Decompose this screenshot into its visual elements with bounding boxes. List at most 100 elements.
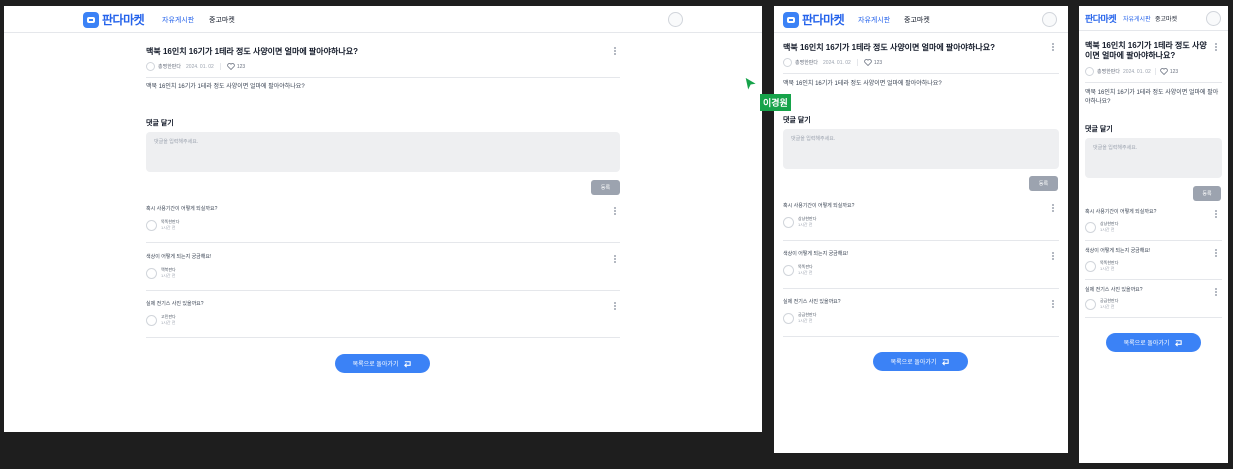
post-body: 맥북 16인치 16기가 1테라 정도 사양이면 얼마에 팔아야하나요? bbox=[146, 84, 305, 90]
divider bbox=[146, 242, 620, 243]
post-title: 맥북 16인치 16기가 1테라 정도 사양이면 얼마에 팔아야하나요? bbox=[146, 47, 358, 56]
return-icon bbox=[404, 360, 412, 367]
nav-free-board[interactable]: 자유게시판 bbox=[858, 15, 890, 25]
user-avatar-icon[interactable] bbox=[1206, 11, 1221, 26]
comment-meta: 똑똑한판다 1시간 전 bbox=[146, 219, 179, 231]
header: 판다마켓 자유게시판 중고마켓 bbox=[774, 6, 1068, 33]
comment-time: 1시간 전 bbox=[161, 320, 176, 325]
like-count: 123 bbox=[873, 59, 883, 66]
comment-time: 1시간 전 bbox=[1100, 304, 1115, 309]
commenter-avatar-icon bbox=[146, 268, 157, 279]
commenter-avatar-icon bbox=[783, 217, 794, 228]
commenter-avatar-icon bbox=[783, 265, 794, 276]
like-count: 123 bbox=[1169, 68, 1179, 75]
nav-market[interactable]: 중고마켓 bbox=[1155, 14, 1177, 23]
post-author: 총명한판다 bbox=[158, 64, 182, 70]
comment-menu-icon[interactable] bbox=[614, 302, 617, 311]
brand-name: 판다마켓 bbox=[1085, 15, 1117, 25]
commenter-avatar-icon bbox=[783, 313, 794, 324]
desktop-frame: 판다마켓 자유게시판 중고마켓 맥북 16인치 16기가 1테라 정도 사양이면… bbox=[4, 6, 762, 432]
collaborator-cursor-icon bbox=[744, 76, 758, 92]
comment-text: 혹시 사용기간이 어떻게 되실까요? bbox=[1085, 209, 1157, 215]
comment-menu-icon[interactable] bbox=[1215, 210, 1218, 219]
divider bbox=[783, 240, 1059, 241]
comment-menu-icon[interactable] bbox=[1052, 300, 1055, 309]
commenter-avatar-icon bbox=[1085, 261, 1096, 272]
post-date: 2024. 01. 02 bbox=[1123, 68, 1151, 75]
divider bbox=[146, 337, 620, 338]
comment-meta: 똑똑한판다 1시간 전 bbox=[1085, 260, 1118, 272]
nav-market[interactable]: 중고마켓 bbox=[904, 15, 930, 25]
post-menu-icon[interactable] bbox=[1052, 43, 1055, 52]
header: 판다마켓 자유게시판 중고마켓 bbox=[1079, 6, 1228, 31]
divider bbox=[1085, 82, 1222, 83]
comment-menu-icon[interactable] bbox=[1215, 288, 1218, 297]
post-body: 맥북 16인치 16기가 1테라 정도 사양이면 얼마에 팔아야하나요? bbox=[783, 81, 942, 87]
comment-menu-icon[interactable] bbox=[614, 255, 617, 264]
author-avatar-icon bbox=[783, 58, 792, 67]
heart-icon[interactable] bbox=[227, 63, 235, 70]
comment-meta: 궁금한판다 1시간 전 bbox=[1085, 298, 1118, 310]
nav-market[interactable]: 중고마켓 bbox=[209, 15, 235, 25]
comment-heading: 댓글 달기 bbox=[783, 117, 811, 124]
comment-menu-icon[interactable] bbox=[1215, 249, 1218, 258]
back-button-label: 목록으로 돌아가기 bbox=[352, 362, 399, 368]
comment-text: 실제 전기스 사진 있을까요? bbox=[1085, 287, 1143, 293]
user-avatar-icon[interactable] bbox=[1042, 12, 1057, 27]
user-avatar-icon[interactable] bbox=[668, 12, 683, 27]
panda-logo-icon bbox=[83, 11, 99, 28]
back-to-list-button[interactable]: 목록으로 돌아가기 bbox=[335, 354, 430, 373]
post-meta: 총명한판다 2024. 01. 02 123 bbox=[146, 62, 245, 71]
post-date: 2024. 01. 02 bbox=[186, 63, 214, 70]
divider bbox=[783, 336, 1059, 337]
comment-input[interactable]: 댓글을 입력해주세요. bbox=[146, 132, 620, 172]
comment-text: 색상이 어떻게 되는지 궁금해요! bbox=[146, 254, 212, 260]
post-title: 맥북 16인치 16기가 1테라 정도 사양이면 얼마에 팔아야하나요? bbox=[1085, 41, 1207, 60]
panda-logo-icon bbox=[783, 11, 799, 28]
divider bbox=[1085, 240, 1222, 241]
post-menu-icon[interactable] bbox=[614, 47, 617, 56]
comment-time: 1시간 전 bbox=[798, 318, 813, 323]
comment-input[interactable]: 댓글을 입력해주세요. bbox=[1085, 138, 1222, 178]
comment-time: 1시간 전 bbox=[1100, 266, 1115, 271]
brand-logo[interactable]: 판다마켓 bbox=[83, 11, 145, 28]
back-to-list-button[interactable]: 목록으로 돌아가기 bbox=[1106, 333, 1201, 352]
comment-time: 1시간 전 bbox=[798, 270, 813, 275]
comment-menu-icon[interactable] bbox=[1052, 252, 1055, 261]
comment-menu-icon[interactable] bbox=[614, 207, 617, 216]
submit-comment-button[interactable]: 등록 bbox=[1193, 186, 1221, 201]
comment-time: 1시간 전 bbox=[161, 225, 176, 230]
back-to-list-button[interactable]: 목록으로 돌아가기 bbox=[873, 352, 968, 371]
comment-time: 1시간 전 bbox=[1100, 227, 1115, 232]
submit-comment-button[interactable]: 등록 bbox=[591, 180, 620, 195]
comment-text: 실제 전기스 사진 있을까요? bbox=[146, 301, 204, 307]
commenter-avatar-icon bbox=[1085, 222, 1096, 233]
comment-meta: 똑똑판다 1시간 전 bbox=[783, 264, 813, 276]
back-button-label: 목록으로 돌아가기 bbox=[1123, 341, 1170, 347]
tablet-frame: 판다마켓 자유게시판 중고마켓 맥북 16인치 16기가 1테라 정도 사양이면… bbox=[774, 6, 1068, 453]
brand-name: 판다마켓 bbox=[102, 13, 145, 27]
submit-comment-button[interactable]: 등록 bbox=[1029, 176, 1058, 191]
post-menu-icon[interactable] bbox=[1215, 43, 1218, 52]
heart-icon[interactable] bbox=[1160, 68, 1168, 75]
divider bbox=[783, 288, 1059, 289]
comment-text: 혹시 사용기간이 어떻게 되실까요? bbox=[783, 203, 855, 209]
author-avatar-icon bbox=[1085, 67, 1094, 76]
heart-icon[interactable] bbox=[864, 59, 872, 66]
comment-meta: 상냥한판다 1시간 전 bbox=[1085, 221, 1118, 233]
divider bbox=[146, 290, 620, 291]
return-icon bbox=[1175, 339, 1183, 346]
back-button-label: 목록으로 돌아가기 bbox=[890, 360, 937, 366]
comment-time: 1시간 전 bbox=[798, 222, 813, 227]
comment-meta: 상냥한판다 1시간 전 bbox=[783, 216, 816, 228]
comment-menu-icon[interactable] bbox=[1052, 204, 1055, 213]
brand-logo[interactable]: 판다마켓 bbox=[1085, 12, 1117, 25]
nav-free-board[interactable]: 자유게시판 bbox=[162, 15, 194, 25]
commenter-avatar-icon bbox=[146, 220, 157, 231]
comment-input[interactable]: 댓글을 입력해주세요. bbox=[783, 129, 1059, 169]
brand-logo[interactable]: 판다마켓 bbox=[783, 11, 845, 28]
divider bbox=[146, 77, 620, 78]
post-meta: 총명한판다 2024. 01. 02 123 bbox=[1085, 67, 1178, 76]
nav-free-board[interactable]: 자유게시판 bbox=[1123, 14, 1151, 23]
comment-heading: 댓글 달기 bbox=[1085, 126, 1113, 133]
